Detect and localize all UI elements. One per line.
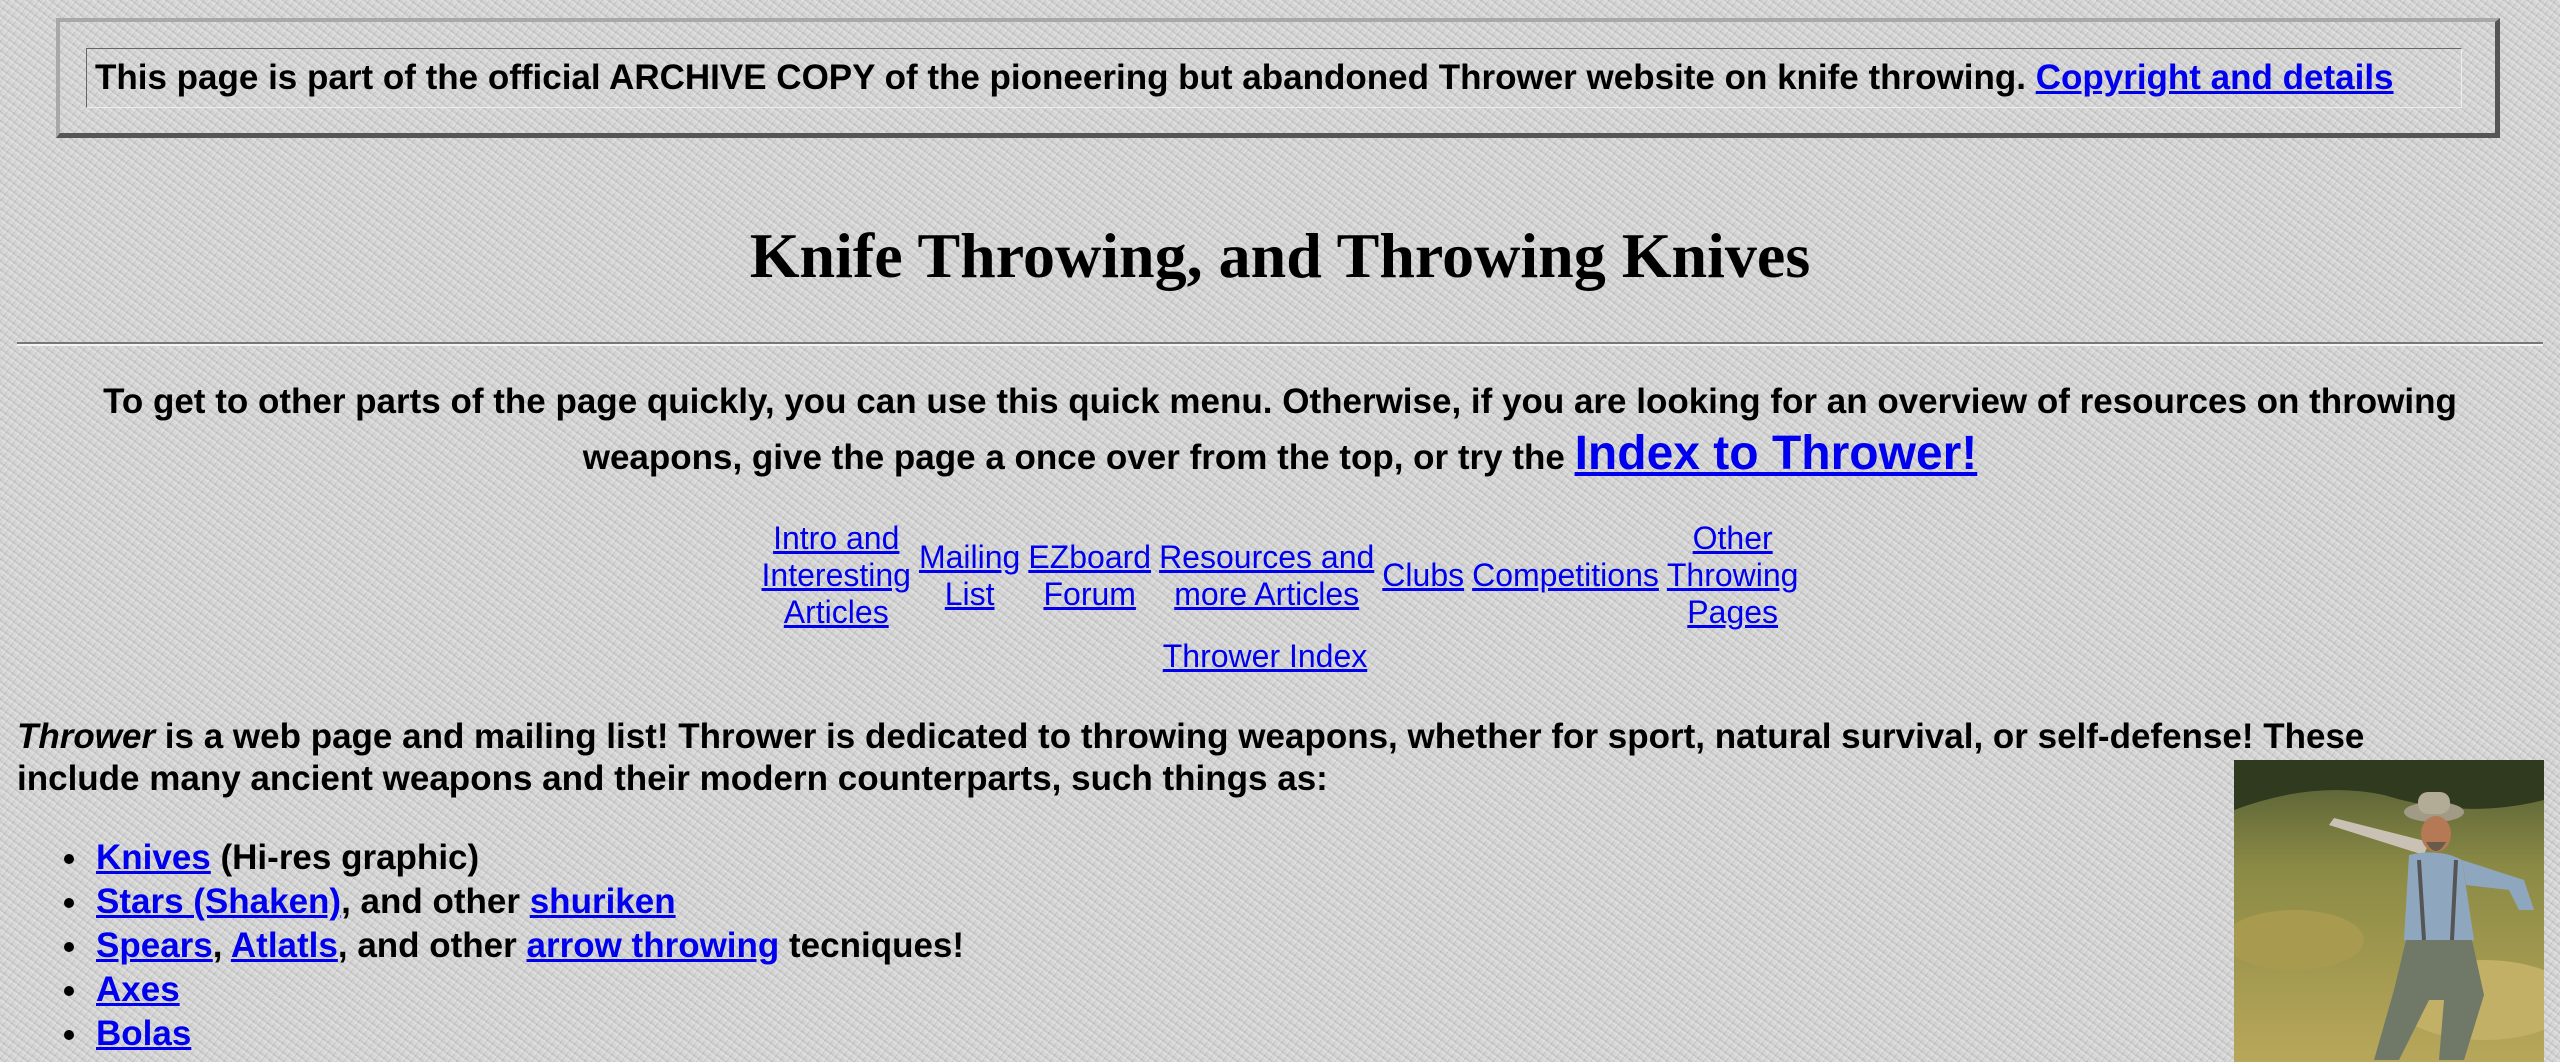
list-item-text: tecniques! (779, 926, 965, 965)
quick-menu-mailing-line1: Mailing (918, 538, 1021, 575)
stars-link[interactable]: Stars (Shaken) (96, 882, 341, 921)
archive-banner: This page is part of the official ARCHIV… (56, 18, 2500, 138)
copyright-link[interactable]: Copyright and details (2036, 58, 2394, 97)
knives-link[interactable]: Knives (96, 838, 211, 877)
thrower-photo (2234, 760, 2544, 1062)
quick-menu-mailing-list[interactable]: Mailing List (919, 539, 1020, 613)
quick-menu-index-row: Thrower Index (0, 636, 2530, 676)
list-item-text: (Hi-res graphic) (210, 838, 480, 877)
bolas-link[interactable]: Bolas (96, 1014, 191, 1053)
quick-menu-competitions[interactable]: Competitions (1472, 557, 1659, 594)
spears-link[interactable]: Spears (96, 926, 213, 965)
shuriken-link[interactable]: shuriken (530, 882, 676, 921)
arrow-throwing-link[interactable]: arrow throwing (527, 926, 780, 965)
quick-menu-intro-line1: Intro and (773, 520, 900, 556)
list-item-text: , and other (337, 926, 527, 965)
list-item: Axes (63, 968, 964, 1012)
quick-menu-ezboard-line2: Forum (1043, 575, 1136, 612)
quick-menu-competitions-line1: Competitions (1472, 557, 1659, 593)
description-paragraph: Thrower is a web page and mailing list! … (17, 716, 2457, 800)
thrower-photo-image (2234, 760, 2544, 1062)
list-item: Bolas (63, 1012, 964, 1056)
quick-menu-row: Intro and Interesting Articles Mailing L… (762, 520, 1799, 631)
list-item: Stars (Shaken), and other shuriken (63, 880, 964, 924)
quick-menu-intro-articles[interactable]: Intro and Interesting Articles (762, 520, 911, 631)
thrower-index-link[interactable]: Thrower Index (1163, 638, 1368, 674)
quick-menu-other-pages[interactable]: Other Throwing Pages (1667, 520, 1799, 631)
index-to-thrower-link[interactable]: Index to Thrower! (1575, 427, 1978, 480)
quick-menu-clubs-line1: Clubs (1382, 557, 1465, 593)
archive-banner-text: This page is part of the official ARCHIV… (95, 58, 2026, 97)
archive-banner-inner: This page is part of the official ARCHIV… (86, 48, 2462, 108)
quick-menu-resources[interactable]: Resources and more Articles (1159, 539, 1374, 613)
description-italic-name: Thrower (17, 717, 156, 756)
quick-menu-intro-line2: Interesting (761, 557, 911, 593)
quick-menu-ezboard-forum[interactable]: EZboard Forum (1028, 539, 1151, 613)
intro-paragraph: To get to other parts of the page quickl… (40, 376, 2520, 484)
quick-menu-ezboard-line1: EZboard (1028, 538, 1152, 575)
quick-menu-resources-line2: more Articles (1174, 575, 1360, 612)
axes-link[interactable]: Axes (96, 970, 180, 1009)
atlatls-link[interactable]: Atlatls (231, 926, 338, 965)
page-title: Knife Throwing, and Throwing Knives (749, 220, 1811, 291)
weapons-list: Knives (Hi-res graphic) Stars (Shaken), … (63, 836, 965, 1056)
quick-menu-mailing-line2: List (944, 575, 995, 612)
quick-menu-intro-line3: Articles (783, 594, 889, 630)
list-item: Knives (Hi-res graphic) (63, 836, 964, 880)
quick-menu-other-line2: Throwing (1666, 557, 1799, 593)
quick-menu-clubs[interactable]: Clubs (1382, 557, 1464, 594)
quick-menu: Intro and Interesting Articles Mailing L… (0, 520, 2560, 631)
list-item-text: , and other (341, 882, 530, 921)
horizontal-rule (17, 342, 2543, 346)
quick-menu-other-line3: Pages (1687, 594, 1779, 630)
intro-text: To get to other parts of the page quickl… (103, 382, 2457, 477)
list-item: Spears, Atlatls, and other arrow throwin… (63, 924, 965, 968)
quick-menu-other-line1: Other (1692, 520, 1773, 556)
list-item-text: , (212, 926, 231, 965)
quick-menu-resources-line1: Resources and (1159, 538, 1375, 575)
description-text: is a web page and mailing list! Thrower … (17, 717, 2365, 798)
